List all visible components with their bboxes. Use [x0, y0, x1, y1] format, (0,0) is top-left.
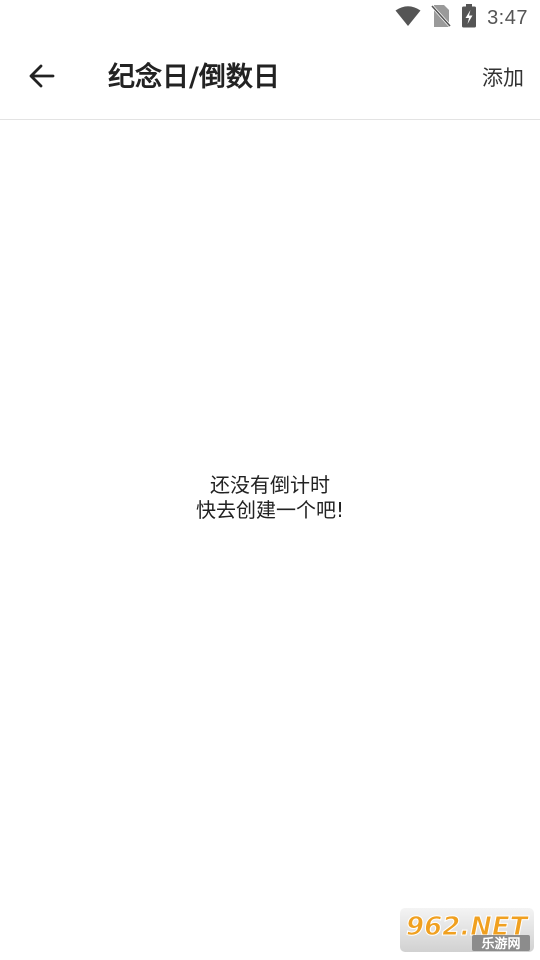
status-time: 3:47: [487, 6, 528, 29]
add-button[interactable]: 添加: [482, 62, 524, 94]
watermark-logo: 962.NET 乐游网: [400, 908, 534, 952]
watermark-sub-text: 乐游网: [481, 936, 520, 952]
battery-charging-icon: [461, 4, 477, 32]
no-sim-icon: [430, 4, 452, 32]
empty-state-line-2: 快去创建一个吧!: [195, 498, 345, 522]
wifi-icon: [395, 5, 421, 31]
empty-state-message: 还没有倒计时 快去创建一个吧!: [0, 473, 540, 523]
status-icons: 3:47: [395, 4, 528, 32]
page-title: 纪念日/倒数日: [108, 62, 280, 93]
content-area: 还没有倒计时 快去创建一个吧!: [0, 121, 540, 960]
status-bar: 3:47: [0, 0, 540, 36]
app-bar: 纪念日/倒数日 添加: [0, 36, 540, 120]
watermark-logo-graphic: 962.NET 乐游网: [400, 908, 534, 952]
arrow-left-icon: [28, 62, 56, 94]
empty-state-line-1: 还没有倒计时: [210, 473, 330, 497]
back-button[interactable]: [22, 58, 62, 98]
